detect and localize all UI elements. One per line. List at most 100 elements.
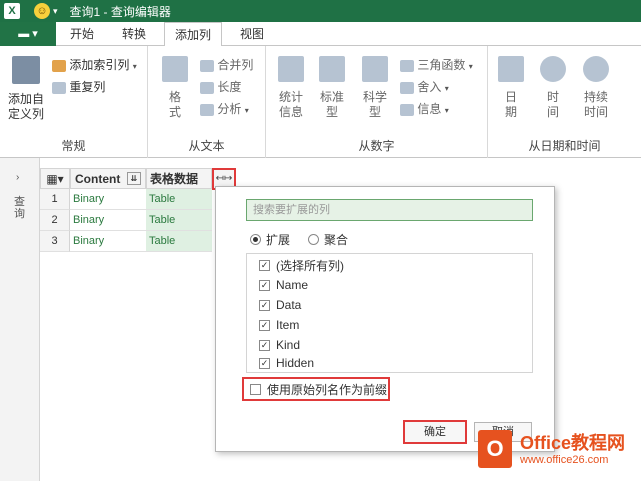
chevron-down-icon: ▾ xyxy=(244,106,249,115)
office-logo-icon: O xyxy=(478,430,512,468)
checkbox-checked[interactable]: ✓ xyxy=(259,319,270,331)
checkbox-checked[interactable]: ✓ xyxy=(259,357,270,369)
standard-label: 标准 型 xyxy=(319,90,344,119)
index-column-button[interactable]: 添加索引列 ▾ xyxy=(52,56,137,73)
tab-transform[interactable]: 转换 xyxy=(118,22,150,46)
expand-radio[interactable] xyxy=(250,234,261,245)
analyze-label: 分析 xyxy=(217,102,242,116)
group-label-from-datetime: 从日期和时间 xyxy=(528,139,601,153)
column-header-label: 表格数据 xyxy=(150,172,199,186)
list-item[interactable]: ✓ (选择所有列) xyxy=(259,256,344,274)
column-header-content[interactable]: Content ⇊ xyxy=(70,168,146,189)
mode-radio-group: 扩展 聚合 xyxy=(250,231,348,248)
cell-content[interactable]: Binary xyxy=(70,210,146,231)
custom-column-label: 添加自 定义列 xyxy=(7,92,44,121)
tab-home[interactable]: 开始 xyxy=(66,22,98,46)
format-button[interactable]: 格 式 xyxy=(160,56,190,120)
list-item[interactable]: ✓ Item xyxy=(259,316,299,334)
trig-label: 三角函数 xyxy=(417,58,466,72)
group-general: 添加自 定义列 添加索引列 ▾ 重复列 常规 xyxy=(0,46,148,158)
column-option-label: Data xyxy=(276,298,302,312)
list-item[interactable]: ✓ Data xyxy=(259,296,301,314)
index-column-label: 添加索引列 xyxy=(69,58,130,72)
stopwatch-icon xyxy=(583,56,609,82)
cell-table-data[interactable]: Table xyxy=(146,189,212,210)
checkbox-checked[interactable]: ✓ xyxy=(259,299,270,311)
chevron-down-icon: ▾ xyxy=(468,62,473,71)
round-icon xyxy=(400,81,414,94)
date-label: 日 期 xyxy=(504,90,517,119)
chevron-down-icon: ▾ xyxy=(444,106,449,115)
standard-button[interactable]: 标准 型 xyxy=(316,56,348,120)
file-menu-button[interactable]: ▬ ▾ xyxy=(0,22,56,46)
queries-pane-collapsed[interactable]: › 查询 xyxy=(0,158,40,481)
expand-icon: ↤↦ xyxy=(215,173,233,184)
list-item[interactable]: ✓ Kind xyxy=(259,336,300,354)
merge-columns-label: 合并列 xyxy=(217,58,254,72)
scientific-button[interactable]: 科学 型 xyxy=(358,56,392,120)
column-header-table-data[interactable]: 表格数据 xyxy=(146,168,212,189)
use-prefix-option[interactable]: 使用原始列名作为前缀 xyxy=(242,377,390,401)
aggregate-radio[interactable] xyxy=(308,234,320,245)
window-title: 查询1 - 查询编辑器 xyxy=(69,4,171,19)
watermark-brand: Office教程网 xyxy=(520,433,626,453)
time-button[interactable]: 时 间 xyxy=(538,56,568,120)
group-from-datetime: 日 期 时 间 持续 时间 从日期和时间 xyxy=(488,46,641,158)
duration-button[interactable]: 持续 时间 xyxy=(578,56,614,120)
watermark: O Office教程网 www.office26.com xyxy=(478,425,638,475)
row-number: 2 xyxy=(40,210,70,231)
information-button[interactable]: 信息 ▾ xyxy=(400,100,449,117)
calendar-icon xyxy=(498,56,524,82)
checkbox-checked[interactable]: ✓ xyxy=(259,259,270,271)
expand-columns-popup: 搜索要扩展的列 扩展 聚合 ✓ (选择所有列) ✓ Name ✓ Data ✓ … xyxy=(215,186,555,452)
table-menu-button[interactable]: ▦▾ xyxy=(40,168,70,189)
checkbox-checked[interactable]: ✓ xyxy=(259,279,270,291)
cell-table-data[interactable]: Table xyxy=(146,231,212,252)
date-button[interactable]: 日 期 xyxy=(496,56,526,120)
custom-column-button[interactable]: 添加自 定义列 xyxy=(6,56,46,122)
cell-content[interactable]: Binary xyxy=(70,189,146,210)
column-option-label: Name xyxy=(276,278,309,292)
ok-button[interactable]: 确定 xyxy=(403,420,467,444)
cell-table-data[interactable]: Table xyxy=(146,210,212,231)
duplicate-column-icon xyxy=(52,81,66,94)
duplicate-column-label: 重复列 xyxy=(69,80,106,94)
use-prefix-label: 使用原始列名作为前缀 xyxy=(267,382,388,397)
merge-columns-icon xyxy=(200,59,214,72)
trig-button[interactable]: 三角函数 ▾ xyxy=(400,56,473,73)
merge-columns-button[interactable]: 合并列 xyxy=(200,56,253,73)
time-label: 时 间 xyxy=(546,90,559,119)
chevron-down-icon[interactable]: ▾ xyxy=(53,6,58,17)
list-item[interactable]: ✓ Name xyxy=(259,276,308,294)
information-icon xyxy=(400,103,414,116)
checkbox-checked[interactable]: ✓ xyxy=(259,339,270,351)
power-ten-icon xyxy=(362,56,388,82)
aggregate-radio-label[interactable]: 聚合 xyxy=(324,231,348,248)
download-icon[interactable]: ⇊ xyxy=(127,172,141,185)
round-button[interactable]: 舍入 ▾ xyxy=(400,78,449,95)
chevron-right-icon[interactable]: › xyxy=(16,172,19,183)
title-bar: X ☺ ▾ 查询1 - 查询编辑器 xyxy=(0,0,641,22)
column-header-label: Content xyxy=(75,172,121,186)
group-label-from-text: 从文本 xyxy=(188,139,225,153)
expand-radio-label[interactable]: 扩展 xyxy=(266,231,290,248)
length-button[interactable]: 长度 xyxy=(200,78,241,95)
column-option-label: Kind xyxy=(276,338,301,352)
cell-content[interactable]: Binary xyxy=(70,231,146,252)
ribbon-tab-row: ▬ ▾ 开始 转换 添加列 视图 xyxy=(0,22,641,47)
group-label-general: 常规 xyxy=(61,139,86,153)
search-columns-input[interactable]: 搜索要扩展的列 xyxy=(246,199,533,221)
tab-add-column[interactable]: 添加列 xyxy=(164,22,223,47)
row-number: 1 xyxy=(40,189,70,210)
list-item[interactable]: ✓ Hidden xyxy=(259,354,314,372)
feedback-smiley-icon[interactable]: ☺ xyxy=(34,3,50,19)
round-label: 舍入 xyxy=(417,80,442,94)
queries-pane-label: 查询 xyxy=(14,196,25,220)
statistics-button[interactable]: 统计 信息 xyxy=(274,56,308,120)
triangle-icon xyxy=(400,59,414,72)
duplicate-column-button[interactable]: 重复列 xyxy=(52,78,105,95)
analyze-button[interactable]: 分析 ▾ xyxy=(200,100,249,117)
tab-view[interactable]: 视图 xyxy=(236,22,268,46)
checkbox-unchecked[interactable] xyxy=(250,383,261,395)
ribbon: 添加自 定义列 添加索引列 ▾ 重复列 常规 格 式 合并列 长度 分析 ▾ 从… xyxy=(0,46,641,158)
